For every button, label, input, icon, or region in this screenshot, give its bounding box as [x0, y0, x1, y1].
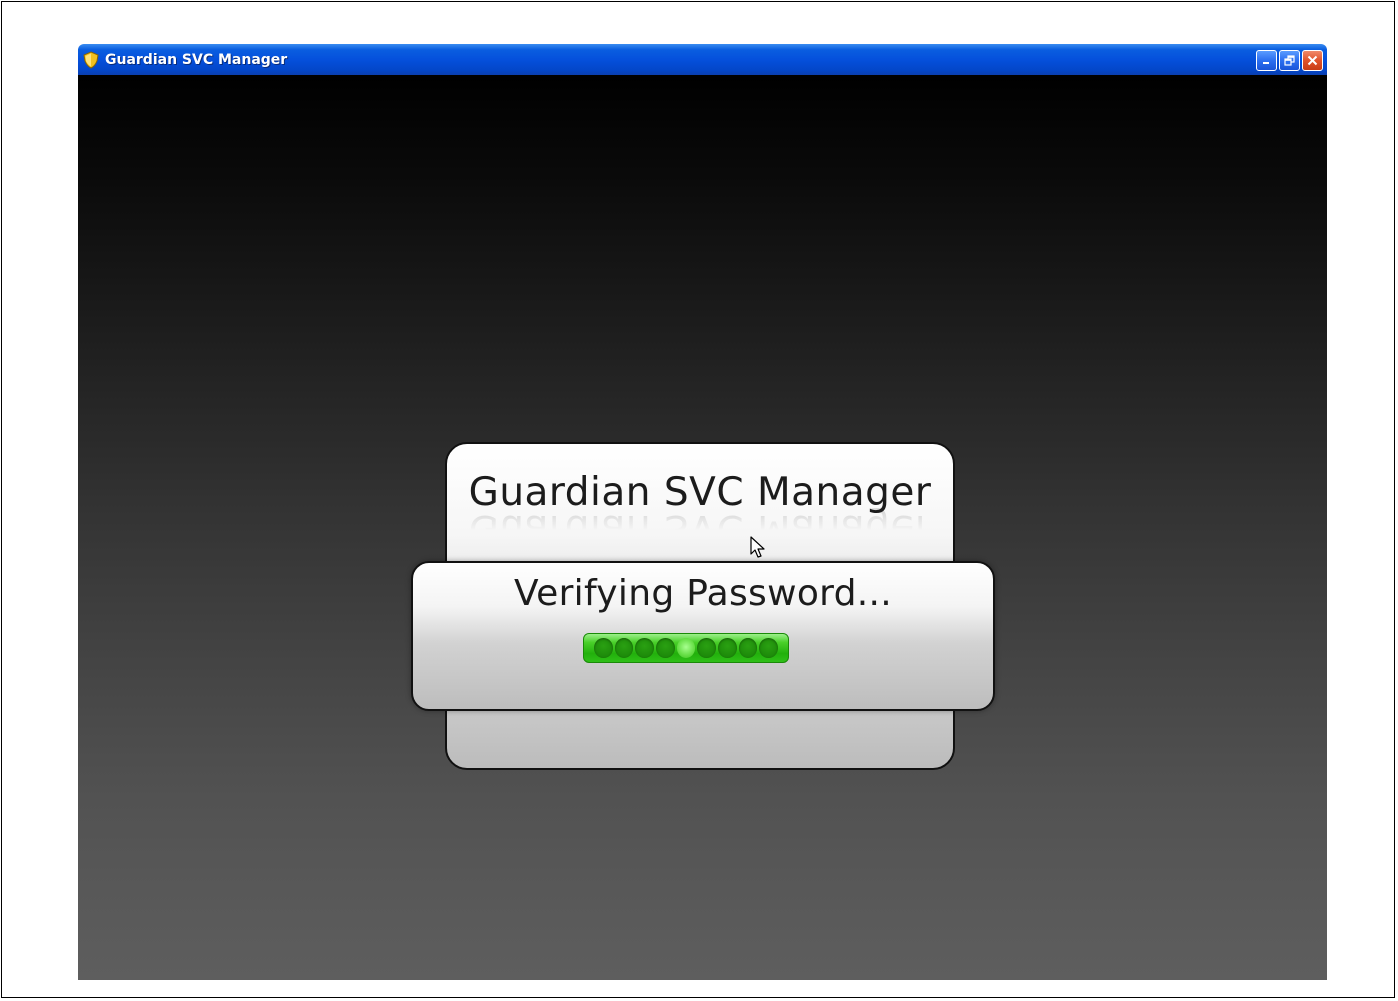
close-icon	[1307, 55, 1318, 66]
minimize-button[interactable]	[1256, 50, 1277, 71]
restore-icon	[1284, 55, 1295, 66]
shield-icon	[83, 50, 99, 69]
minimize-icon	[1263, 62, 1269, 64]
title-bar[interactable]: Guardian SVC Manager	[78, 44, 1327, 75]
restore-button[interactable]	[1279, 50, 1300, 71]
progress-dot	[697, 638, 717, 658]
progress-dot	[614, 638, 634, 658]
splash-title-reflection: Guardian SVC Manager	[468, 506, 932, 551]
progress-dot	[738, 638, 758, 658]
progress-dot-active	[676, 638, 696, 658]
status-panel: Verifying Password...	[411, 561, 995, 711]
page-frame: Guardian SVC Manager Guardian SVC Manage…	[1, 1, 1395, 998]
progress-dot	[593, 638, 613, 658]
progress-dot	[656, 638, 675, 658]
app-window: Guardian SVC Manager Guardian SVC Manage…	[78, 44, 1327, 980]
status-message: Verifying Password...	[513, 573, 893, 614]
progress-indicator	[583, 633, 789, 663]
mouse-pointer-icon	[750, 536, 765, 558]
splash-background: Guardian SVC Manager Guardian SVC Manage…	[78, 75, 1327, 980]
progress-dot	[718, 638, 737, 658]
window-controls	[1256, 50, 1323, 71]
window-title: Guardian SVC Manager	[105, 51, 288, 68]
close-button[interactable]	[1302, 50, 1323, 71]
progress-dot	[759, 638, 779, 658]
progress-dot	[635, 638, 654, 658]
